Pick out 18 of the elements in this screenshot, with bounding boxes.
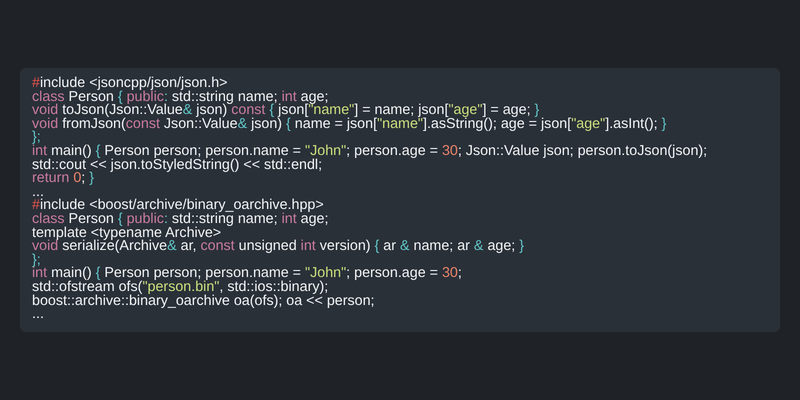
code-line: return 0; }	[32, 172, 94, 186]
code-line: void toJson(Json::Value& json) const { json["name"] = name; json["age"] = age; }	[32, 104, 540, 118]
code-line: class Person { public: std::string name; int age;	[32, 212, 328, 227]
code-line: boost::archive::binary_oarchive oa(ofs); oa << person;	[32, 294, 375, 308]
code-line: void serialize(Archive& ar, const unsigned int version) { ar & name; ar & age; }	[32, 240, 524, 254]
code-line: ...	[32, 308, 44, 322]
code-line: #include <boost/archive/binary_oarchive.hpp>	[32, 199, 324, 213]
code-line: ...	[32, 186, 44, 200]
code-line: template <typename Archive>	[32, 226, 222, 240]
code-line: };	[32, 131, 41, 145]
code-line: std::cout << json.toStyledString() << std::endl;	[32, 158, 322, 172]
code-line: int main() { Person person; person.name = "John"; person.age = 30;	[32, 267, 462, 281]
code-line: std::ofstream ofs("person.bin", std::ios::binary);	[32, 280, 328, 294]
code-line: };	[32, 254, 41, 268]
code-line: int main() { Person person; person.name = "John"; person.age = 30; Json::Value json; person.toJson(json);	[32, 144, 708, 159]
code-line: void fromJson(const Json::Value& json) { name = json["name"].asString(); age = json["age"].asInt(); }	[32, 118, 666, 132]
code-line: #include <jsoncpp/json/json.h>	[32, 77, 228, 91]
code-line: class Person { public: std::string name; int age;	[32, 90, 328, 104]
